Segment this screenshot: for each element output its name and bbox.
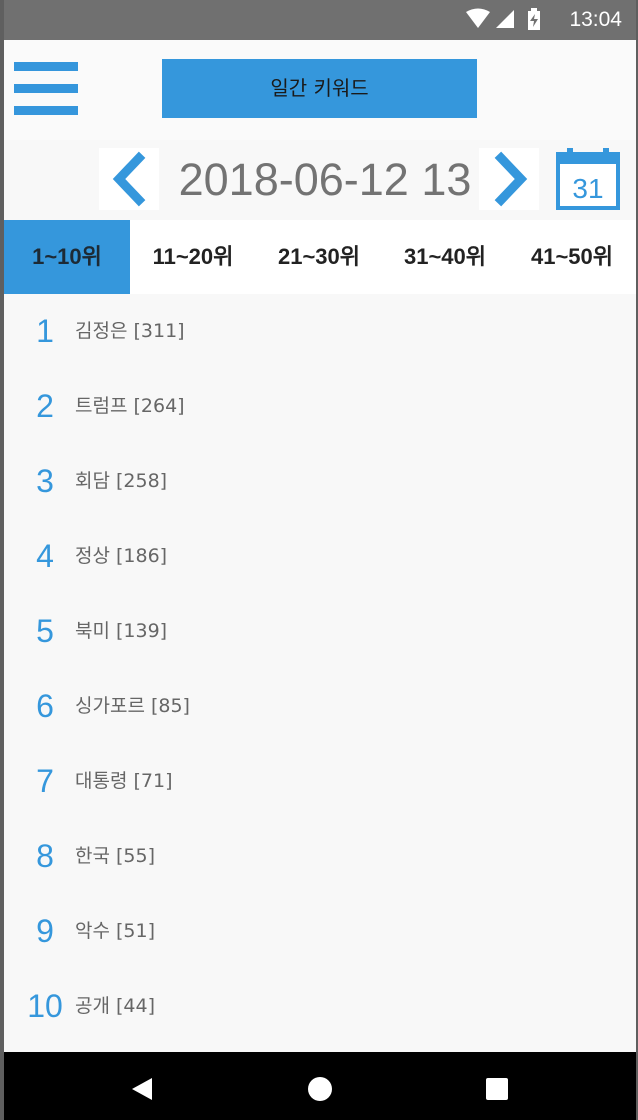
list-item[interactable]: 5 북미 [139] <box>4 594 636 669</box>
back-icon[interactable] <box>132 1078 152 1100</box>
battery-charging-icon <box>528 8 540 30</box>
calendar-icon: 31 <box>556 148 620 210</box>
keyword-text: 북미 [139] <box>75 620 168 642</box>
keyword-text: 공개 [44] <box>75 995 156 1017</box>
rank-number: 6 <box>36 688 54 724</box>
rank-number: 3 <box>36 463 54 499</box>
calendar-button[interactable]: 31 <box>553 146 623 212</box>
status-bar: 13:04 <box>4 0 636 40</box>
date-navigation: 2018-06-12 13 31 <box>4 140 636 220</box>
current-date-label: 2018-06-12 13 <box>178 154 472 205</box>
list-item[interactable]: 10 공개 [44] <box>4 969 636 1044</box>
list-item[interactable]: 2 트럼프 [264] <box>4 369 636 444</box>
keyword-text: 악수 [51] <box>75 920 156 942</box>
list-item[interactable]: 9 악수 [51] <box>4 894 636 969</box>
rank-number: 9 <box>36 913 54 949</box>
keyword-text: 트럼프 [264] <box>75 395 185 417</box>
keyword-text: 싱가포르 [85] <box>75 695 190 717</box>
chevron-right-icon <box>494 151 528 207</box>
keyword-text: 회담 [258] <box>75 470 168 492</box>
list-item[interactable]: 8 한국 [55] <box>4 819 636 894</box>
tab-rank-21-30[interactable]: 21~30위 <box>256 220 382 294</box>
home-icon[interactable] <box>308 1077 332 1101</box>
rank-number: 10 <box>27 988 63 1024</box>
keyword-text: 김정은 [311] <box>75 320 185 342</box>
rank-number: 5 <box>36 613 54 649</box>
list-item[interactable]: 7 대통령 [71] <box>4 744 636 819</box>
prev-date-button[interactable] <box>99 148 159 210</box>
keyword-list: 1 김정은 [311] 2 트럼프 [264] 3 회담 [258] 4 정상 … <box>4 294 636 1052</box>
tab-rank-31-40[interactable]: 31~40위 <box>382 220 508 294</box>
status-time: 13:04 <box>569 8 622 31</box>
tab-rank-41-50[interactable]: 41~50위 <box>508 220 636 294</box>
list-item[interactable]: 4 정상 [186] <box>4 519 636 594</box>
rank-tabs: 1~10위 11~20위 21~30위 31~40위 41~50위 <box>4 220 636 294</box>
wifi-icon <box>466 8 490 28</box>
hamburger-menu-icon[interactable] <box>14 58 80 120</box>
page-title-button[interactable]: 일간 키워드 <box>162 59 477 118</box>
rank-number: 4 <box>36 538 54 574</box>
keyword-text: 정상 [186] <box>75 545 168 567</box>
keyword-text: 한국 [55] <box>75 845 156 867</box>
app-header: 일간 키워드 <box>4 40 636 140</box>
keyword-text: 대통령 [71] <box>75 770 173 792</box>
rank-number: 1 <box>36 313 54 349</box>
rank-number: 2 <box>36 388 54 424</box>
rank-number: 7 <box>36 763 54 799</box>
app-frame: 13:04 일간 키워드 2018-06-12 13 31 1~10위 11~2… <box>4 0 636 1120</box>
recents-icon[interactable] <box>486 1078 508 1100</box>
chevron-left-icon <box>112 151 146 207</box>
next-date-button[interactable] <box>479 148 539 210</box>
system-nav-bar <box>4 1052 636 1120</box>
tab-rank-1-10[interactable]: 1~10위 <box>4 220 130 294</box>
list-item[interactable]: 6 싱가포르 [85] <box>4 669 636 744</box>
tab-rank-11-20[interactable]: 11~20위 <box>130 220 256 294</box>
list-item[interactable]: 1 김정은 [311] <box>4 294 636 369</box>
list-item[interactable]: 3 회담 [258] <box>4 444 636 519</box>
calendar-day-number: 31 <box>572 173 603 204</box>
signal-icon <box>496 10 514 28</box>
status-icons <box>466 8 546 32</box>
rank-number: 8 <box>36 838 54 874</box>
